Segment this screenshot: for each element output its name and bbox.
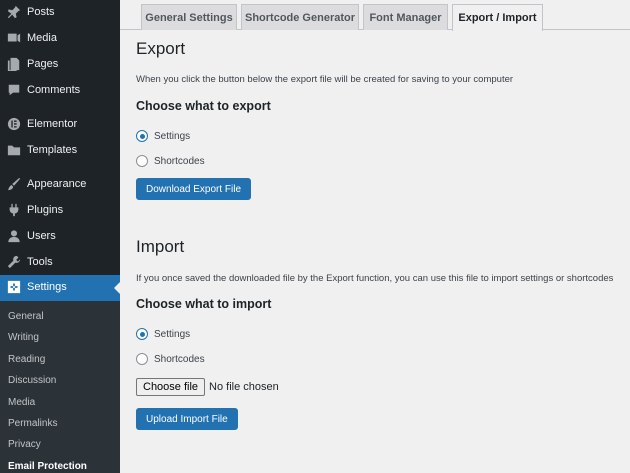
- radio-shortcodes-export[interactable]: [136, 155, 148, 167]
- media-icon: [7, 31, 21, 45]
- export-description: When you click the button below the expo…: [136, 74, 514, 85]
- submenu-item-media[interactable]: Media: [8, 397, 35, 408]
- users-icon: [7, 229, 21, 243]
- menu-label: Tools: [27, 256, 53, 268]
- submenu-item-privacy[interactable]: Privacy: [8, 439, 41, 450]
- tab-export-import[interactable]: Export / Import: [452, 4, 543, 31]
- submenu-item-permalinks[interactable]: Permalinks: [8, 418, 57, 429]
- menu-label: Plugins: [27, 204, 64, 216]
- radio-label: Settings: [154, 328, 191, 340]
- pages-icon: [7, 57, 21, 71]
- tab-font-manager[interactable]: Font Manager: [363, 4, 448, 30]
- menu-item-posts[interactable]: Posts: [0, 0, 120, 26]
- pin-icon: [7, 5, 21, 19]
- radio-label: Shortcodes: [154, 353, 205, 365]
- menu-item-pages[interactable]: Pages: [0, 52, 120, 78]
- tab-general-settings[interactable]: General Settings: [141, 4, 237, 30]
- export-choose-heading: Choose what to export: [136, 99, 271, 113]
- menu-item-settings[interactable]: Settings: [0, 275, 120, 301]
- main-content: General Settings Shortcode Generator Fon…: [120, 0, 630, 473]
- radio-settings-import[interactable]: [136, 328, 148, 340]
- comments-icon: [7, 83, 21, 97]
- menu-label: Pages: [27, 58, 59, 70]
- menu-item-users[interactable]: Users: [0, 224, 120, 250]
- upload-import-button[interactable]: Upload Import File: [136, 408, 238, 430]
- radio-shortcodes-import[interactable]: [136, 353, 148, 365]
- file-input[interactable]: Choose file No file chosen: [136, 378, 279, 396]
- export-option-shortcodes[interactable]: Shortcodes: [136, 154, 205, 168]
- folder-icon: [7, 143, 21, 157]
- radio-settings-export[interactable]: [136, 130, 148, 142]
- choose-file-button[interactable]: Choose file: [136, 378, 206, 396]
- brush-icon: [7, 177, 21, 191]
- submenu-item-reading[interactable]: Reading: [8, 354, 45, 365]
- submenu-item-general[interactable]: General: [8, 311, 44, 322]
- menu-label: Media: [27, 32, 57, 44]
- admin-sidebar: Posts Media Pages Comments Elementor Tem…: [0, 0, 120, 473]
- import-choose-heading: Choose what to import: [136, 297, 272, 311]
- menu-label: Templates: [27, 144, 78, 156]
- menu-item-comments[interactable]: Comments: [0, 78, 120, 104]
- settings-submenu: General Writing Reading Discussion Media…: [0, 301, 120, 473]
- menu-label: Comments: [27, 84, 81, 96]
- import-option-settings[interactable]: Settings: [136, 327, 190, 341]
- radio-label: Settings: [154, 130, 191, 142]
- menu-item-elementor[interactable]: Elementor: [0, 112, 120, 138]
- elementor-icon: [7, 117, 21, 131]
- radio-label: Shortcodes: [154, 155, 205, 167]
- menu-label: Settings: [27, 281, 67, 293]
- nav-tabs: General Settings Shortcode Generator Fon…: [120, 0, 630, 31]
- download-export-button[interactable]: Download Export File: [136, 178, 252, 200]
- menu-label: Appearance: [27, 178, 87, 190]
- tab-shortcode-generator[interactable]: Shortcode Generator: [241, 4, 359, 30]
- import-title: Import: [136, 237, 185, 256]
- menu-item-plugins[interactable]: Plugins: [0, 198, 120, 224]
- wrench-icon: [7, 255, 21, 269]
- menu-label: Users: [27, 230, 56, 242]
- settings-icon: [7, 280, 21, 294]
- import-option-shortcodes[interactable]: Shortcodes: [136, 352, 205, 366]
- menu-item-templates[interactable]: Templates: [0, 138, 120, 164]
- menu-item-media[interactable]: Media: [0, 26, 120, 52]
- export-title: Export: [136, 39, 186, 58]
- menu-label: Posts: [27, 6, 55, 18]
- export-option-settings[interactable]: Settings: [136, 129, 190, 143]
- import-description: If you once saved the downloaded file by…: [136, 273, 614, 284]
- submenu-item-writing[interactable]: Writing: [8, 332, 39, 343]
- submenu-item-discussion[interactable]: Discussion: [8, 375, 56, 386]
- menu-item-tools[interactable]: Tools: [0, 250, 120, 276]
- submenu-item-email-protection[interactable]: Email Protection: [8, 461, 87, 472]
- plugin-icon: [7, 203, 21, 217]
- menu-label: Elementor: [27, 118, 78, 130]
- file-status: No file chosen: [209, 381, 279, 393]
- menu-item-appearance[interactable]: Appearance: [0, 172, 120, 198]
